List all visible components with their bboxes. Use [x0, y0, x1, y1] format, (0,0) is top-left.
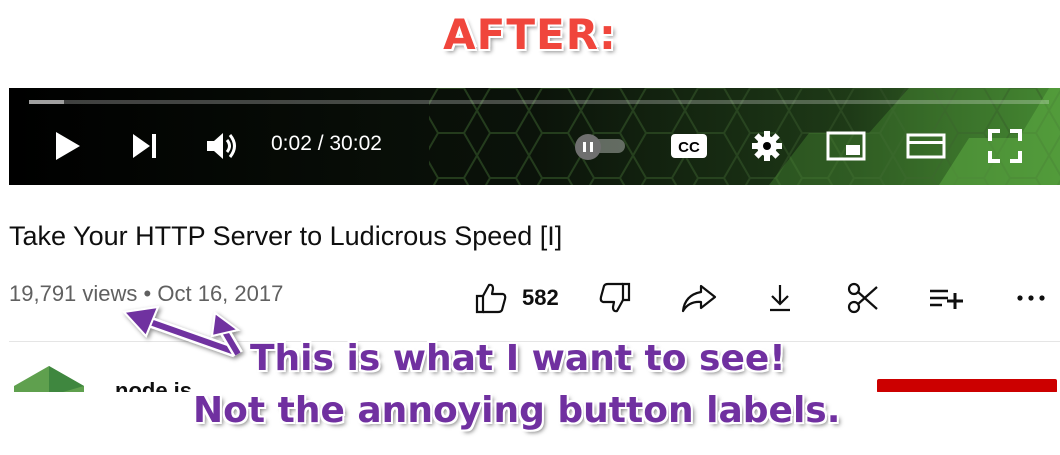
progress-bar[interactable]: [29, 100, 1049, 104]
theater-icon: [906, 133, 946, 159]
download-icon: [770, 285, 790, 312]
autoplay-pause-icon: [575, 134, 601, 160]
cc-icon: CC: [671, 134, 707, 158]
view-count: 19,791 views: [9, 281, 138, 306]
header-area: AFTER:: [0, 0, 1060, 88]
save-to-playlist-button[interactable]: [928, 278, 964, 318]
playlist-add-icon: [930, 289, 963, 309]
thumbs-up-icon: [475, 283, 507, 314]
miniplayer-icon: [826, 131, 866, 161]
like-count: 582: [522, 285, 559, 310]
after-heading: AFTER:: [443, 10, 617, 59]
svg-text:CC: CC: [678, 139, 700, 156]
next-icon: [133, 134, 156, 158]
volume-icon: [207, 133, 236, 159]
subscribe-button[interactable]: [877, 379, 1057, 393]
share-button[interactable]: [681, 278, 717, 318]
video-player[interactable]: 0:02 / 30:02 CC: [9, 88, 1060, 185]
like-button[interactable]: 582: [474, 278, 559, 318]
dislike-button[interactable]: [598, 278, 632, 318]
settings-button[interactable]: [749, 128, 785, 164]
next-button[interactable]: [127, 128, 163, 164]
time-display: 0:02 / 30:02: [271, 132, 382, 155]
theater-mode-button[interactable]: [905, 128, 947, 164]
meta-separator: •: [143, 281, 152, 306]
thumbs-down-icon: [599, 282, 631, 313]
share-icon: [681, 284, 717, 313]
autoplay-toggle[interactable]: [575, 134, 627, 160]
arrow-to-date: [210, 311, 243, 357]
upload-date: Oct 16, 2017: [157, 281, 284, 306]
settings-icon: [752, 131, 782, 161]
fullscreen-icon: [988, 129, 1022, 163]
play-icon: [56, 132, 80, 160]
video-title: Take Your HTTP Server to Ludicrous Speed…: [9, 221, 563, 251]
more-actions-button[interactable]: [1016, 278, 1046, 318]
volume-button[interactable]: [203, 128, 241, 164]
arrow-to-views: [121, 305, 237, 358]
video-meta: 19,791 views • Oct 16, 2017: [9, 281, 283, 307]
fullscreen-button[interactable]: [987, 128, 1023, 164]
play-button[interactable]: [49, 128, 85, 164]
annotation-line-2: Not the annoying button labels.: [193, 390, 841, 431]
download-button[interactable]: [767, 278, 793, 318]
miniplayer-button[interactable]: [825, 128, 867, 164]
annotation-line-1: This is what I want to see!: [250, 338, 786, 379]
clip-button[interactable]: [846, 278, 880, 318]
more-horizontal-icon: [1017, 295, 1045, 301]
scissors-icon: [847, 282, 878, 314]
captions-button[interactable]: CC: [669, 128, 709, 164]
progress-fill: [29, 100, 64, 104]
